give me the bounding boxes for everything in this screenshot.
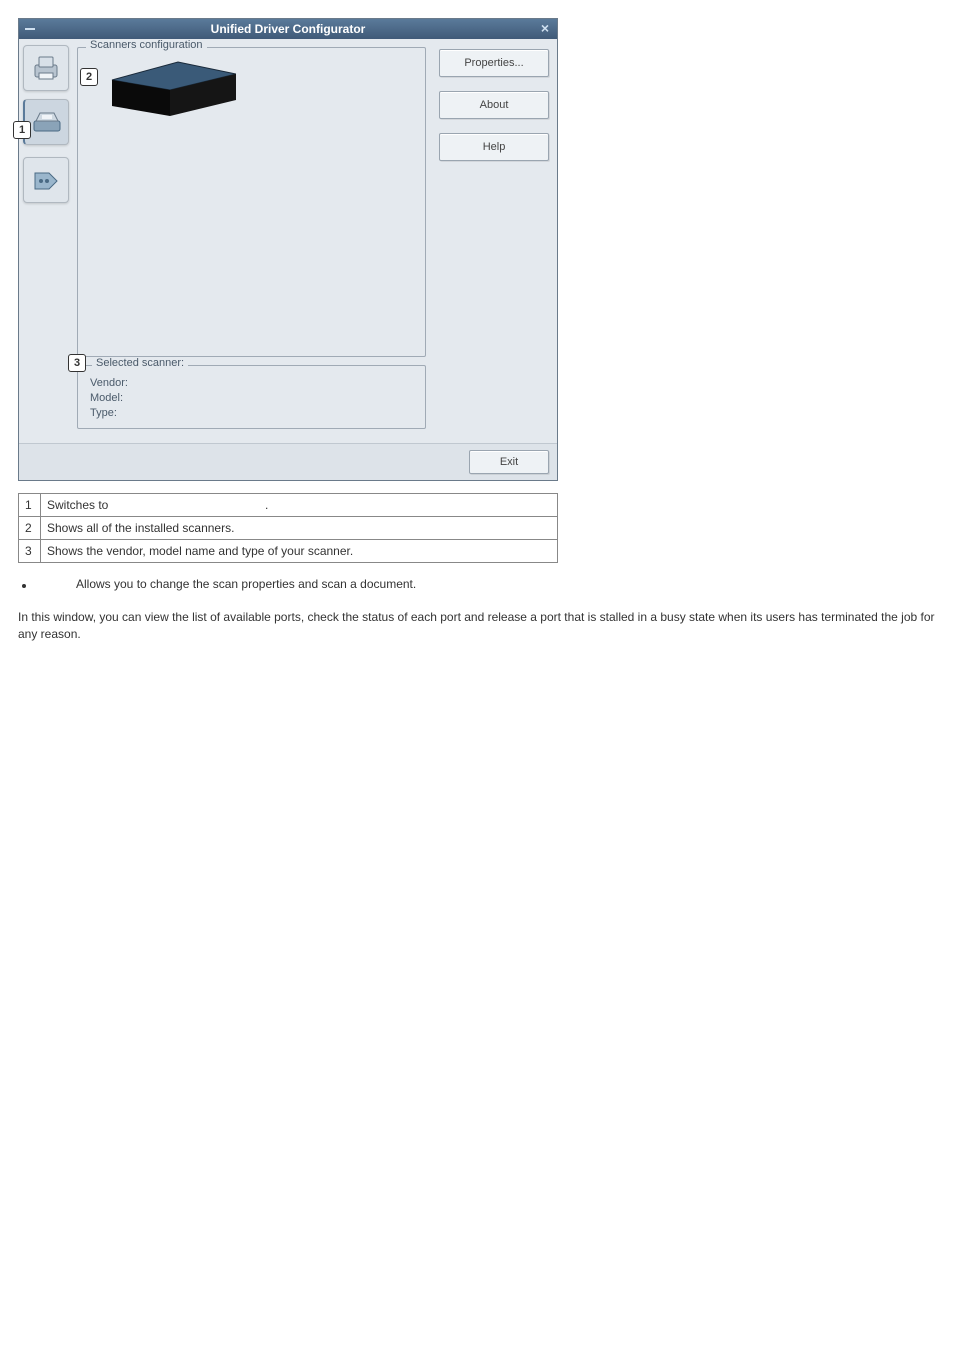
bullet-icon <box>22 584 26 588</box>
legend-num: 2 <box>19 517 41 540</box>
side-tabs <box>19 39 73 443</box>
window-body: 1 <box>19 39 557 443</box>
about-button[interactable]: About <box>439 91 549 119</box>
selected-scanner-group: 3 Selected scanner: Vendor: Model: Type: <box>77 365 426 429</box>
printer-icon <box>29 51 63 85</box>
table-row: 1 Switches to . <box>19 494 558 517</box>
right-button-column: Properties... About Help <box>439 49 549 161</box>
scanners-group-legend: Scanners configuration <box>86 39 207 51</box>
scanner-icon <box>30 105 64 139</box>
legend-num: 3 <box>19 540 41 563</box>
legend-table: 1 Switches to . 2 Shows all of the insta… <box>18 493 558 563</box>
type-label: Type: <box>90 407 417 419</box>
model-label: Model: <box>90 392 417 404</box>
selected-group-legend: Selected scanner: <box>92 357 188 369</box>
main-area: Properties... About Help Scanners config… <box>73 39 557 443</box>
vendor-label: Vendor: <box>90 377 417 389</box>
bullet-text: Allows you to change the scan properties… <box>76 577 416 591</box>
scanners-configuration-group: Scanners configuration 2 <box>77 47 426 357</box>
window-title: Unified Driver Configurator <box>211 22 366 36</box>
callout-3: 3 <box>68 354 86 372</box>
body-paragraph: In this window, you can view the list of… <box>18 609 936 644</box>
callout-2: 2 <box>80 68 98 86</box>
table-row: 2 Shows all of the installed scanners. <box>19 517 558 540</box>
legend-text: Shows all of the installed scanners. <box>41 517 558 540</box>
legend-text: Switches to . <box>41 494 558 517</box>
scanner-item-icon <box>108 58 236 118</box>
configurator-window: Unified Driver Configurator × 1 <box>18 18 558 481</box>
port-icon <box>29 163 63 197</box>
bottom-bar: Exit <box>19 443 557 480</box>
properties-button[interactable]: Properties... <box>439 49 549 77</box>
scanner-list[interactable] <box>108 58 417 118</box>
minimize-icon[interactable] <box>23 22 37 36</box>
bullet-item: Allows you to change the scan properties… <box>22 577 936 591</box>
exit-button[interactable]: Exit <box>469 450 549 474</box>
callout-1: 1 <box>13 121 31 139</box>
side-tab-printers[interactable] <box>23 45 69 91</box>
legend-num: 1 <box>19 494 41 517</box>
table-row: 3 Shows the vendor, model name and type … <box>19 540 558 563</box>
legend-text: Shows the vendor, model name and type of… <box>41 540 558 563</box>
close-icon[interactable]: × <box>537 20 553 36</box>
help-button[interactable]: Help <box>439 133 549 161</box>
titlebar: Unified Driver Configurator × <box>19 19 557 39</box>
side-tab-ports[interactable] <box>23 157 69 203</box>
